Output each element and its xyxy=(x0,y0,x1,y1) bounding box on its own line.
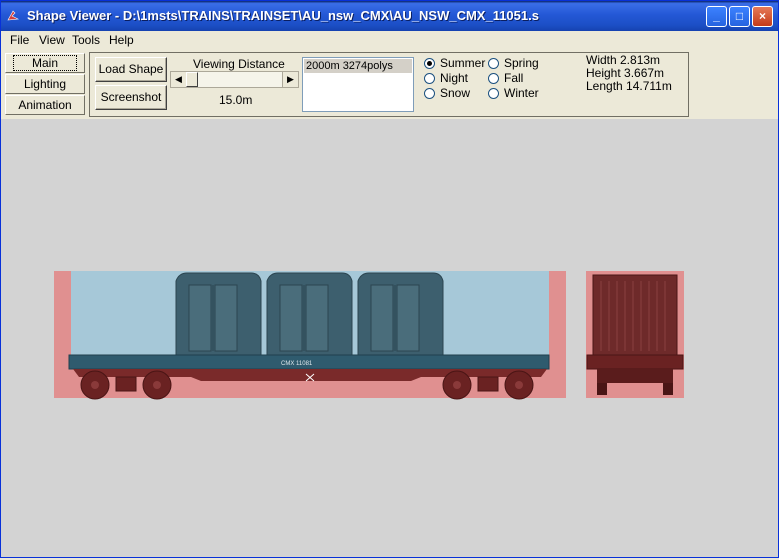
menu-view[interactable]: View xyxy=(39,33,65,47)
end-underframe xyxy=(597,369,673,383)
radio-snow-label: Snow xyxy=(440,86,471,100)
menu-bar: File View Tools Help xyxy=(1,31,778,50)
model-render[interactable]: CMX 11081 xyxy=(1,119,778,557)
main-panel: Load Shape Screenshot Viewing Distance ◀… xyxy=(89,52,689,117)
tab-main[interactable]: Main xyxy=(5,53,85,73)
load-shape-button[interactable]: Load Shape xyxy=(95,57,167,82)
slider-right-arrow-icon[interactable]: ▶ xyxy=(282,72,298,87)
radio-winter[interactable] xyxy=(488,88,499,99)
maximize-button[interactable]: □ xyxy=(729,6,750,27)
app-icon xyxy=(7,10,20,21)
radio-snow[interactable] xyxy=(424,88,435,99)
viewing-distance-value: 15.0m xyxy=(219,93,253,107)
container-3 xyxy=(357,272,444,356)
menu-file[interactable]: File xyxy=(10,33,29,47)
radio-summer[interactable] xyxy=(424,58,435,69)
app-window: Shape Viewer - D:\1msts\TRAINS\TRAINSET\… xyxy=(0,0,779,558)
radio-night[interactable] xyxy=(424,73,435,84)
3d-viewport[interactable]: CMX 11081 xyxy=(1,119,778,557)
container-2 xyxy=(266,272,353,356)
window-title: Shape Viewer - D:\1msts\TRAINS\TRAINSET\… xyxy=(27,8,539,23)
minimize-button[interactable]: _ xyxy=(706,6,727,27)
radio-spring-label: Spring xyxy=(504,56,539,70)
slider-left-arrow-icon[interactable]: ◀ xyxy=(171,72,187,87)
dimension-length: Length 14.711m xyxy=(586,79,672,93)
menu-help[interactable]: Help xyxy=(109,33,134,47)
close-button[interactable]: × xyxy=(752,6,773,27)
container-1 xyxy=(175,272,262,356)
tab-animation[interactable]: Animation xyxy=(5,95,85,115)
dimension-height: Height 3.667m xyxy=(586,66,665,80)
end-container xyxy=(592,274,678,356)
radio-fall[interactable] xyxy=(488,73,499,84)
menu-tools[interactable]: Tools xyxy=(72,33,100,47)
slider-thumb[interactable] xyxy=(186,72,198,87)
title-bar[interactable]: Shape Viewer - D:\1msts\TRAINS\TRAINSET\… xyxy=(1,1,778,31)
tab-lighting[interactable]: Lighting xyxy=(5,74,85,94)
radio-night-label: Night xyxy=(440,71,469,85)
radio-summer-label: Summer xyxy=(440,56,486,70)
lod-listbox[interactable]: 2000m 3274polys xyxy=(302,57,414,112)
end-deck xyxy=(586,354,684,370)
radio-winter-label: Winter xyxy=(504,86,539,100)
screenshot-button[interactable]: Screenshot xyxy=(95,85,167,110)
wagon-number-text: CMX 11081 xyxy=(281,361,313,367)
viewing-distance-label: Viewing Distance xyxy=(193,57,285,71)
viewing-distance-slider[interactable]: ◀ ▶ xyxy=(170,71,299,88)
lod-list-item[interactable]: 2000m 3274polys xyxy=(304,59,412,73)
tab-main-label: Main xyxy=(12,55,77,71)
dimension-width: Width 2.813m xyxy=(586,53,661,67)
radio-spring[interactable] xyxy=(488,58,499,69)
radio-fall-label: Fall xyxy=(504,71,524,85)
